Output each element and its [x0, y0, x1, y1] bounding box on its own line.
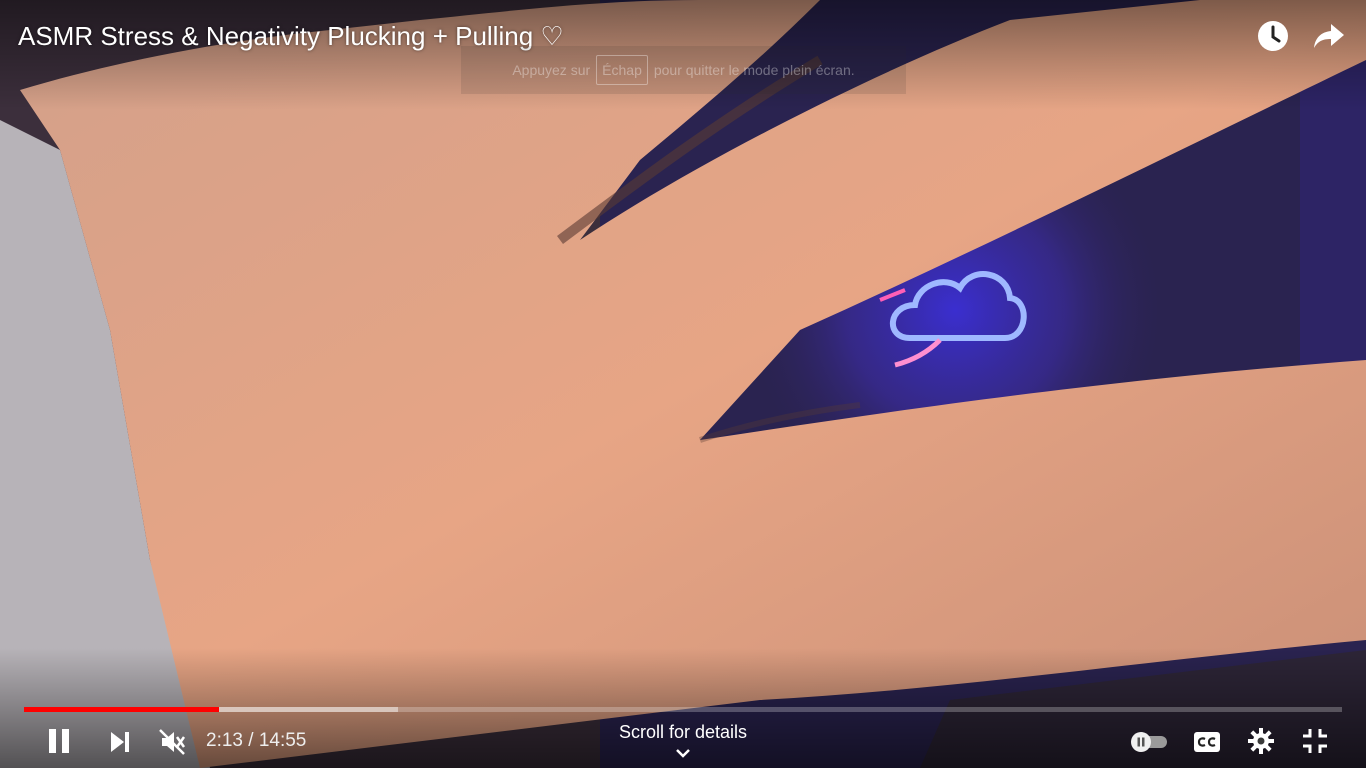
- mute-icon: [159, 729, 186, 755]
- top-actions: [1256, 18, 1346, 54]
- pause-icon: [49, 729, 69, 753]
- fullscreen-notice-suffix: pour quitter le mode plein écran.: [653, 62, 855, 78]
- watch-later-button[interactable]: [1256, 18, 1290, 54]
- autoplay-toggle[interactable]: [1128, 728, 1172, 756]
- clock-icon: [1258, 21, 1288, 51]
- gear-icon: [1248, 728, 1274, 754]
- settings-button[interactable]: [1246, 726, 1276, 756]
- pause-button[interactable]: [44, 726, 74, 756]
- share-icon: [1314, 24, 1344, 48]
- mute-button[interactable]: [158, 727, 188, 757]
- autoplay-toggle-icon: [1131, 732, 1167, 752]
- progress-played: [24, 707, 220, 712]
- current-time: 2:13: [206, 730, 243, 751]
- captions-icon: [1194, 732, 1220, 752]
- share-button[interactable]: [1312, 18, 1346, 54]
- time-separator: /: [248, 730, 254, 751]
- exit-fullscreen-button[interactable]: [1300, 726, 1330, 756]
- captions-button[interactable]: [1192, 728, 1222, 756]
- escape-key-hint: Échap: [596, 55, 648, 85]
- player-controls: 2:13 / 14:55 Scroll for details: [0, 718, 1366, 766]
- next-button[interactable]: [106, 728, 134, 756]
- next-icon: [111, 732, 129, 752]
- duration: 14:55: [258, 730, 307, 751]
- fullscreen-notice-prefix: Appuyez sur: [512, 62, 591, 78]
- chevron-down-icon[interactable]: [673, 746, 693, 760]
- exit-fullscreen-icon: [1303, 729, 1327, 753]
- scroll-for-details[interactable]: Scroll for details: [583, 722, 783, 743]
- time-display: 2:13 / 14:55: [206, 730, 306, 752]
- progress-bar[interactable]: [24, 707, 1342, 712]
- fullscreen-notice: Appuyez sur Échap pour quitter le mode p…: [461, 46, 906, 94]
